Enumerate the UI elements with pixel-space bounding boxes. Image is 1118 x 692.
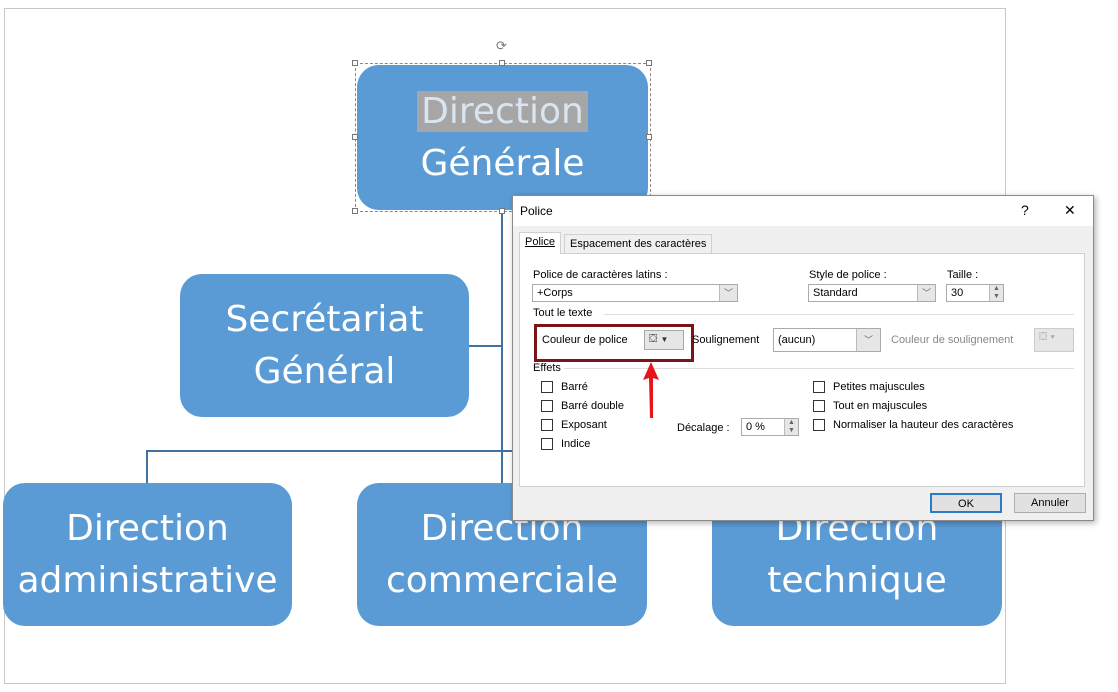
- box-text: Général: [253, 350, 396, 392]
- dialog-title: Police: [520, 204, 553, 218]
- box-text: Direction: [66, 507, 229, 549]
- close-button[interactable]: ✕: [1064, 202, 1076, 219]
- dialog-titlebar: Police: [513, 196, 1093, 226]
- spinner-arrows-icon[interactable]: ▲ ▼: [784, 419, 798, 435]
- checkbox-tout-majuscules[interactable]: [813, 400, 825, 412]
- dropdown-arrow-icon: ▼: [660, 335, 669, 344]
- tab-espacement[interactable]: Espacement des caractères: [564, 234, 713, 254]
- offset-spinner[interactable]: 0 % ▲ ▼: [741, 418, 799, 436]
- label: Couleur de soulignement: [891, 334, 1014, 346]
- label: Soulignement: [692, 334, 760, 346]
- paint-bucket-icon: ⛋: [649, 333, 658, 345]
- paint-bucket-icon: ⛋ ▾: [1039, 331, 1056, 343]
- selection-frame: [355, 63, 651, 212]
- label: Tout en majuscules: [833, 400, 928, 412]
- resize-handle[interactable]: [352, 60, 358, 66]
- chevron-down-icon: ﹀: [856, 329, 880, 351]
- checkbox-indice[interactable]: [541, 438, 553, 450]
- cancel-button[interactable]: Annuler: [1014, 493, 1086, 513]
- rotate-handle-icon[interactable]: ⟳: [496, 38, 507, 54]
- box-text: administrative: [17, 559, 278, 601]
- chevron-down-icon: ﹀: [917, 285, 935, 301]
- checkbox-barre[interactable]: [541, 381, 553, 393]
- checkbox-barre-double[interactable]: [541, 400, 553, 412]
- box-text: Secrétariat: [225, 298, 424, 340]
- resize-handle[interactable]: [352, 134, 358, 140]
- font-size-spinner[interactable]: 30 ▲ ▼: [946, 284, 1004, 302]
- label: Normaliser la hauteur des caractères: [833, 419, 1014, 431]
- resize-handle[interactable]: [499, 208, 505, 214]
- org-box-secretariat[interactable]: Secrétariat Général: [180, 274, 469, 417]
- label: Barré: [561, 381, 588, 393]
- spinner-arrows-icon[interactable]: ▲ ▼: [989, 285, 1003, 301]
- label: Police de caractères latins :: [533, 269, 668, 281]
- label: Barré double: [561, 400, 624, 412]
- underline-select[interactable]: (aucun) ﹀: [773, 328, 881, 352]
- ok-button[interactable]: OK: [930, 493, 1002, 513]
- org-box-child[interactable]: Direction administrative: [3, 483, 292, 626]
- red-arrow-icon: [643, 362, 659, 418]
- label: Couleur de police: [542, 334, 628, 346]
- resize-handle[interactable]: [646, 134, 652, 140]
- divider: [604, 314, 1074, 315]
- underline-color-button[interactable]: ⛋ ▾: [1034, 328, 1074, 352]
- box-text: commerciale: [385, 559, 619, 601]
- font-dialog: Police ? ✕ Police Espacement des caractè…: [512, 195, 1094, 521]
- latin-font-select[interactable]: +Corps ﹀: [532, 284, 738, 302]
- section-label: Effets: [533, 362, 561, 374]
- font-style-select[interactable]: Standard ﹀: [808, 284, 936, 302]
- resize-handle[interactable]: [646, 60, 652, 66]
- chevron-down-icon: ﹀: [719, 285, 737, 301]
- label: Style de police :: [809, 269, 887, 281]
- resize-handle[interactable]: [352, 208, 358, 214]
- label: Exposant: [561, 419, 607, 431]
- connector: [146, 450, 148, 483]
- checkbox-normaliser[interactable]: [813, 419, 825, 431]
- label: Petites majuscules: [833, 381, 925, 393]
- box-text: technique: [767, 559, 947, 601]
- tab-police[interactable]: Police: [519, 232, 561, 254]
- connector: [469, 345, 502, 347]
- help-button[interactable]: ?: [1021, 202, 1029, 218]
- checkbox-exposant[interactable]: [541, 419, 553, 431]
- label: Taille :: [947, 269, 979, 281]
- checkbox-petites-majuscules[interactable]: [813, 381, 825, 393]
- section-label: Tout le texte: [533, 307, 593, 319]
- resize-handle[interactable]: [499, 60, 505, 66]
- label: Indice: [561, 438, 591, 450]
- tab-panel: Police de caractères latins : +Corps ﹀ St…: [519, 253, 1085, 487]
- label: Décalage :: [677, 422, 730, 434]
- font-color-button[interactable]: ⛋ ▼: [644, 330, 684, 350]
